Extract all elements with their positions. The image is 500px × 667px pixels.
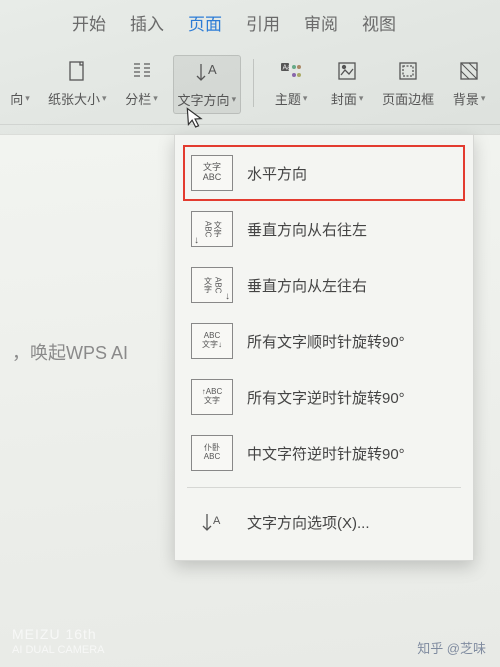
page-border-button[interactable]: 页面边框 <box>378 55 438 112</box>
paper-size-button[interactable]: 纸张大小▾ <box>44 55 111 112</box>
orientation-icon <box>6 59 34 83</box>
menu-label: 所有文字逆时针旋转90° <box>247 387 405 408</box>
ribbon-tabs: 开始 插入 页面 引用 审阅 视图 <box>0 0 500 49</box>
options-icon: A <box>191 504 233 540</box>
vertical-rtl-icon: ABC文字 ↓ <box>191 211 233 247</box>
text-direction-menu: 文字ABC 水平方向 ABC文字 ↓ 垂直方向从右往左 文字ABC ↓ 垂直方向… <box>174 134 474 561</box>
menu-vertical-ltr[interactable]: 文字ABC ↓ 垂直方向从左往右 <box>183 257 465 313</box>
svg-text:Aa: Aa <box>283 65 292 72</box>
horizontal-icon: 文字ABC <box>191 155 233 191</box>
page-border-icon <box>394 59 422 83</box>
text-direction-icon: A <box>193 60 221 84</box>
theme-button[interactable]: Aa 主题▾ <box>266 55 316 112</box>
ribbon-toolbar: 向▾ 纸张大小▾ 分栏▾ A 文字方向▾ Aa <box>0 49 500 125</box>
tab-view[interactable]: 视图 <box>362 10 396 35</box>
tab-review[interactable]: 审阅 <box>304 10 338 35</box>
columns-icon <box>128 59 156 83</box>
tab-insert[interactable]: 插入 <box>130 10 164 35</box>
zhihu-watermark: 知乎 @芝味 <box>417 638 486 657</box>
text-direction-button[interactable]: A 文字方向▾ <box>173 55 242 114</box>
tab-reference[interactable]: 引用 <box>246 10 280 35</box>
menu-label: 水平方向 <box>247 163 307 184</box>
menu-horizontal[interactable]: 文字ABC 水平方向 <box>183 145 465 201</box>
svg-text:A: A <box>208 62 217 77</box>
vertical-ltr-icon: 文字ABC ↓ <box>191 267 233 303</box>
menu-options[interactable]: A 文字方向选项(X)... <box>183 494 465 550</box>
cursor-pointer-icon <box>185 105 205 130</box>
cover-button[interactable]: 封面▾ <box>322 55 372 112</box>
menu-chinese-ccw[interactable]: 仆卧ABC 中文字符逆时针旋转90° <box>183 425 465 481</box>
rotate-ccw-icon: ↑ABC文字 <box>191 379 233 415</box>
orientation-button[interactable]: 向▾ <box>2 55 38 112</box>
menu-label: 所有文字顺时针旋转90° <box>247 331 405 352</box>
background-icon <box>455 59 483 83</box>
menu-label: 垂直方向从右往左 <box>247 219 367 240</box>
tab-page[interactable]: 页面 <box>188 10 222 35</box>
menu-rotate-ccw[interactable]: ↑ABC文字 所有文字逆时针旋转90° <box>183 369 465 425</box>
background-button[interactable]: 背景▾ <box>444 55 494 112</box>
svg-text:A: A <box>213 515 221 527</box>
camera-watermark: MEIZU 16th AI DUAL CAMERA <box>12 625 105 657</box>
rotate-cw-icon: ABC文字↓ <box>191 323 233 359</box>
chinese-ccw-icon: 仆卧ABC <box>191 435 233 471</box>
toolbar-separator <box>253 59 254 107</box>
menu-rotate-cw[interactable]: ABC文字↓ 所有文字顺时针旋转90° <box>183 313 465 369</box>
menu-vertical-rtl[interactable]: ABC文字 ↓ 垂直方向从右往左 <box>183 201 465 257</box>
columns-button[interactable]: 分栏▾ <box>117 55 167 112</box>
paper-size-icon <box>63 59 91 83</box>
menu-label: 文字方向选项(X)... <box>247 512 370 533</box>
menu-label: 中文字符逆时针旋转90° <box>247 443 405 464</box>
menu-label: 垂直方向从左往右 <box>247 275 367 296</box>
theme-icon: Aa <box>277 59 305 83</box>
document-hint: ，唤起WPS AI <box>12 339 128 365</box>
tab-start[interactable]: 开始 <box>72 10 106 35</box>
menu-separator <box>187 487 461 488</box>
cover-icon <box>333 59 361 83</box>
